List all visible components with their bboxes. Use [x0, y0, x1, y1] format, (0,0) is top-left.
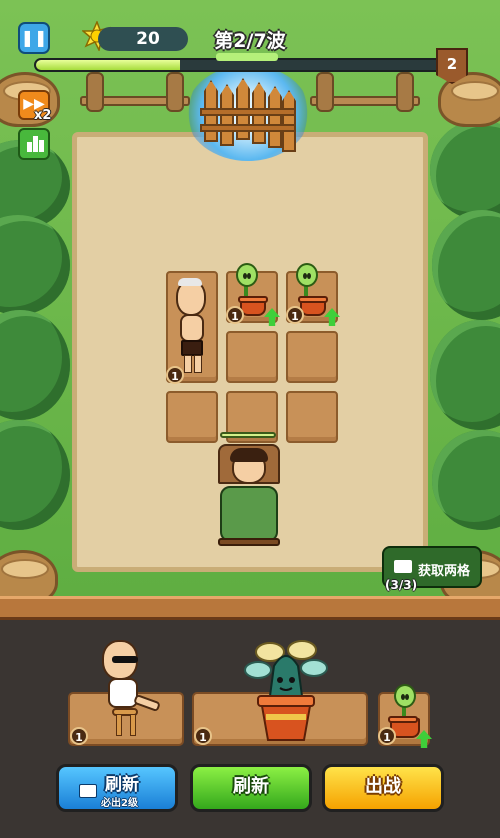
- game-field: 1 1 1: [0, 0, 500, 600]
- wave-progress-fill: [36, 60, 180, 70]
- grid-cell[interactable]: [226, 331, 278, 383]
- get-two-cells-count: (3/3): [385, 578, 418, 592]
- progress-marker: [216, 53, 278, 61]
- grid-cell[interactable]: [286, 391, 338, 443]
- wooden-spike: [282, 90, 296, 152]
- level-badge-bench: 1: [70, 727, 88, 745]
- level-badge-plant: 1: [286, 306, 304, 324]
- ad-refresh-label: 刷新: [105, 775, 139, 795]
- grid-cell[interactable]: [166, 391, 218, 443]
- fence-post: [316, 72, 334, 112]
- level-badge-bench: 1: [378, 727, 396, 745]
- barricade-crossbar: [200, 108, 296, 116]
- defender-shorts: [181, 340, 203, 356]
- stats-icon: [27, 142, 32, 152]
- bush-decoration: [430, 320, 500, 430]
- barricade-crossbar: [200, 124, 296, 132]
- sleeper-hair: [230, 448, 268, 462]
- stool-leg: [116, 714, 122, 736]
- bed-blanket: [220, 486, 278, 542]
- speed-label: x2: [34, 108, 52, 123]
- bed-with-sleeper: [216, 432, 282, 550]
- bed-footboard: [218, 538, 280, 546]
- pea-plant-head: [394, 684, 416, 708]
- bush-decoration: [432, 430, 500, 530]
- get-two-cells-label: 获取两格: [418, 564, 471, 579]
- ad-refresh-sublabel: 必出2级: [101, 798, 138, 809]
- grid-cell[interactable]: [286, 331, 338, 383]
- pea-plant-head: [296, 263, 318, 287]
- bed-health-bar: [220, 432, 276, 438]
- sunglasses: [112, 656, 138, 663]
- bench-divider: [0, 596, 500, 620]
- stool-leg: [130, 714, 136, 736]
- level-badge-plant: 1: [226, 306, 244, 324]
- defender-hair: [178, 278, 202, 286]
- pea-plant-head: [236, 263, 258, 287]
- video-icon: [394, 560, 412, 573]
- video-icon: [79, 784, 97, 798]
- fence-post: [86, 72, 104, 112]
- spiky-plant: [244, 640, 328, 741]
- ad-refresh-button[interactable]: 刷新 必出2级: [56, 764, 178, 812]
- refresh-button[interactable]: 刷新: [190, 764, 312, 812]
- bush-decoration: [0, 420, 70, 530]
- sun-counter: 20: [98, 27, 188, 51]
- bush-decoration: [432, 210, 500, 320]
- stats-icon: [39, 140, 44, 152]
- fence-post: [166, 72, 184, 112]
- bush-decoration: [0, 310, 70, 420]
- stats-button[interactable]: [18, 128, 50, 160]
- fence-post: [396, 72, 414, 112]
- defender-man-body: [180, 314, 204, 342]
- fight-button[interactable]: 出战: [322, 764, 444, 812]
- level-badge-defender: 1: [166, 366, 184, 384]
- level-badge-bench: 1: [194, 727, 212, 745]
- tree-stump: [0, 550, 58, 600]
- defender-leg: [184, 355, 192, 373]
- defender-leg: [194, 355, 202, 373]
- bald-man-body: [108, 678, 138, 708]
- pause-icon: ❚❚: [20, 28, 48, 47]
- bush-decoration: [0, 215, 70, 315]
- bush-decoration: [430, 120, 500, 220]
- stats-icon: [33, 136, 38, 152]
- wooden-spike: [268, 86, 282, 148]
- wave-indicator: 第2/7波: [214, 30, 286, 52]
- pause-button[interactable]: ❚❚: [18, 22, 50, 54]
